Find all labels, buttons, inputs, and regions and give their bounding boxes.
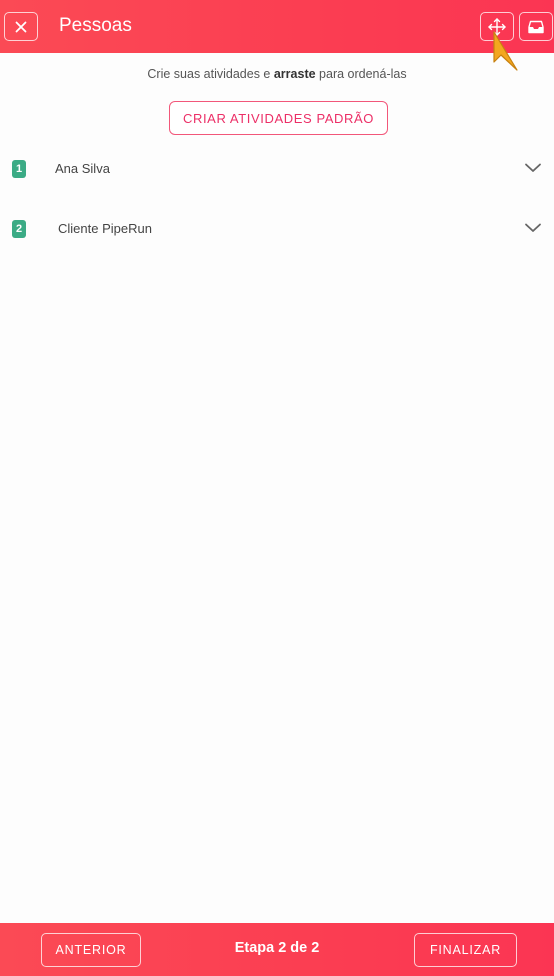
activities-screen: Pessoas Crie suas atividades e arraste p…	[0, 0, 554, 976]
drag-hint: Crie suas atividades e arraste para orde…	[0, 66, 554, 82]
finish-button[interactable]: FINALIZAR	[414, 933, 517, 967]
chevron-down-icon[interactable]	[522, 160, 544, 176]
inbox-icon	[528, 20, 544, 33]
hint-text-start: Crie suas atividades e	[147, 67, 274, 81]
reorder-mode-button[interactable]	[480, 12, 514, 41]
chevron-down-icon[interactable]	[522, 220, 544, 236]
page-title: Pessoas	[59, 15, 132, 36]
order-badge: 2	[12, 220, 26, 238]
inbox-button[interactable]	[519, 12, 553, 41]
list-item[interactable]: 1 Ana Silva	[0, 148, 554, 188]
list-item[interactable]: 2 Cliente PipeRun	[0, 208, 554, 248]
hint-text-end: para ordená-las	[315, 67, 407, 81]
footer-bar: ANTERIOR Etapa 2 de 2 FINALIZAR	[0, 923, 554, 976]
order-badge: 1	[12, 160, 26, 178]
close-icon	[15, 21, 27, 32]
header-bar: Pessoas	[0, 0, 554, 53]
item-label: Cliente PipeRun	[58, 221, 152, 236]
create-default-activities-button[interactable]: CRIAR ATIVIDADES PADRÃO	[169, 101, 388, 135]
previous-button[interactable]: ANTERIOR	[41, 933, 141, 967]
hint-text-bold: arraste	[273, 67, 316, 81]
close-button[interactable]	[4, 12, 38, 41]
move-icon	[488, 17, 506, 36]
item-label: Ana Silva	[55, 161, 110, 176]
